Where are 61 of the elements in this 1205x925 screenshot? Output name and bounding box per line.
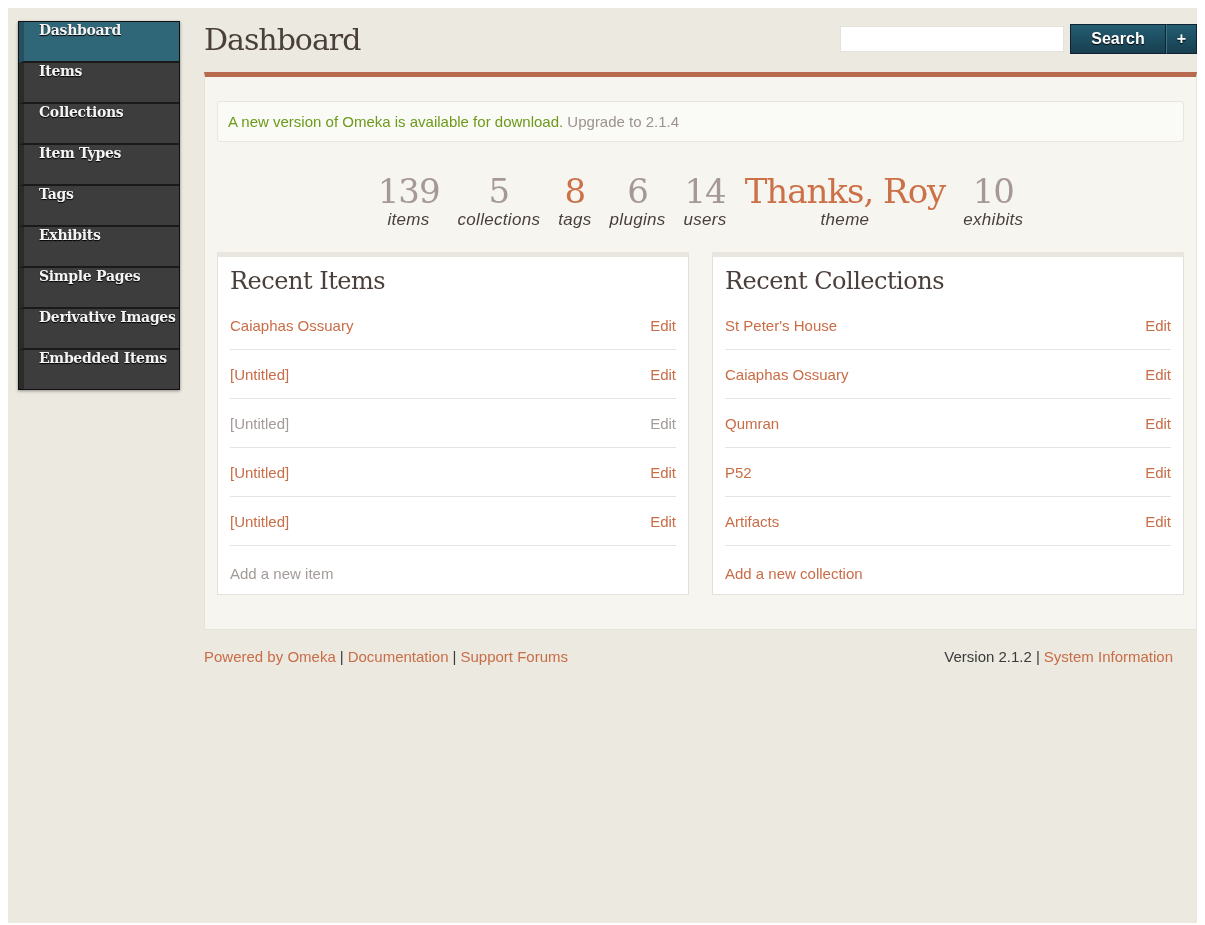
footer-link[interactable]: System Information — [1043, 648, 1173, 665]
stat-value[interactable]: 10 — [972, 172, 1014, 210]
version-text: Version 2.1.2 — [944, 648, 1032, 665]
separator: | — [339, 648, 344, 665]
footer-link[interactable]: Support Forums — [460, 648, 568, 665]
search-button[interactable]: Search — [1070, 24, 1166, 54]
sidebar-item[interactable]: Collections — [19, 104, 179, 145]
footer-link[interactable]: Documentation — [347, 648, 449, 665]
search-field[interactable] — [840, 26, 1065, 52]
record-link[interactable]: Artifacts — [725, 512, 780, 530]
stat-value[interactable]: 5 — [488, 172, 510, 210]
record-link[interactable]: St Peter's House — [725, 316, 838, 334]
sidebar-item[interactable]: Items — [19, 63, 179, 104]
panel-title: Recent Items — [230, 267, 387, 295]
stat-value[interactable]: 8 — [564, 172, 586, 210]
edit-link[interactable]: Edit — [650, 414, 676, 432]
page-title: Dashboard — [204, 21, 361, 57]
stat-value[interactable]: 6 — [627, 172, 648, 210]
edit-link[interactable]: Edit — [1145, 512, 1171, 530]
stat-label: tags — [558, 210, 592, 230]
stat-value[interactable]: Thanks, Roy — [744, 172, 946, 210]
record-link[interactable]: Caiaphas Ossuary — [230, 316, 354, 334]
sidebar-item[interactable]: Simple Pages — [19, 268, 179, 309]
add-button[interactable]: + — [1165, 24, 1197, 54]
stat-value[interactable]: 139 — [377, 172, 440, 210]
separator: | — [452, 648, 457, 665]
add-link[interactable]: Add a new collection — [725, 565, 863, 582]
record-link[interactable]: [Untitled] — [230, 512, 290, 530]
record-link[interactable]: [Untitled] — [230, 414, 290, 432]
sidebar-item[interactable]: Exhibits — [19, 227, 179, 268]
panel-title: Recent Collections — [725, 267, 945, 295]
edit-link[interactable]: Edit — [650, 365, 676, 383]
stat-label: plugins — [609, 210, 666, 230]
edit-link[interactable]: Edit — [1145, 316, 1171, 334]
sidebar-item[interactable]: Derivative Images — [19, 309, 179, 350]
edit-link[interactable]: Edit — [650, 463, 676, 481]
sidebar-item[interactable]: Embedded Items — [19, 350, 179, 389]
stat-label: items — [387, 210, 430, 230]
sidebar-item[interactable]: Tags — [19, 186, 179, 227]
stat-value[interactable]: 14 — [684, 172, 726, 210]
record-link[interactable]: Caiaphas Ossuary — [725, 365, 849, 383]
edit-link[interactable]: Edit — [650, 316, 676, 334]
footer-link[interactable]: Powered by Omeka — [204, 648, 336, 665]
record-link[interactable]: Qumran — [725, 414, 780, 432]
edit-link[interactable]: Edit — [1145, 365, 1171, 383]
edit-link[interactable]: Edit — [650, 512, 676, 530]
stat-label: collections — [457, 210, 541, 230]
sidebar-item[interactable]: Item Types — [19, 145, 179, 186]
stat-label: users — [683, 210, 727, 230]
edit-link[interactable]: Edit — [1145, 414, 1171, 432]
add-link[interactable]: Add a new item — [230, 565, 334, 582]
stat-label: exhibits — [963, 210, 1024, 230]
sidebar-item[interactable]: Dashboard — [19, 22, 179, 63]
notice-text: A new version of Omeka is available for download. — [228, 113, 564, 130]
record-link[interactable]: [Untitled] — [230, 365, 290, 383]
separator: | — [1035, 648, 1040, 665]
edit-link[interactable]: Edit — [1145, 463, 1171, 481]
record-link[interactable]: [Untitled] — [230, 463, 290, 481]
upgrade-link[interactable]: Upgrade to 2.1.4 — [567, 113, 680, 130]
record-link[interactable]: P52 — [725, 463, 752, 481]
stat-label: theme — [820, 210, 870, 230]
